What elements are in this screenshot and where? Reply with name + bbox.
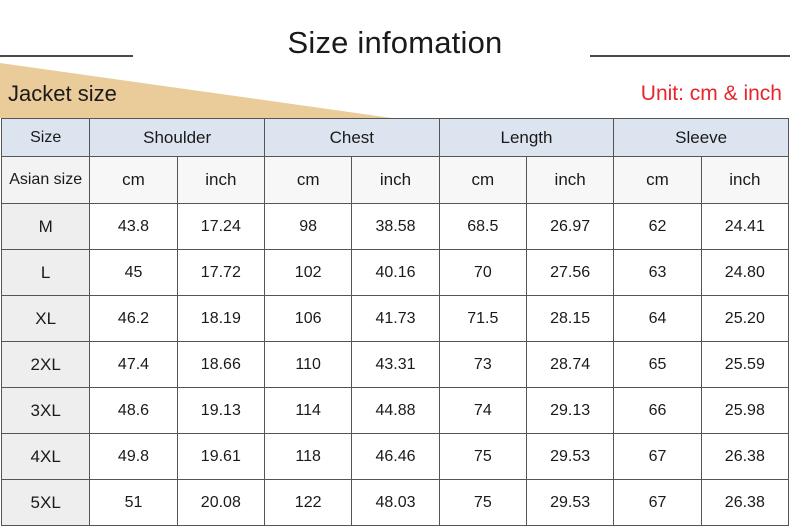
cell-shoulder-cm: 48.6	[89, 387, 178, 434]
unit-label: Unit: cm & inch	[640, 82, 782, 105]
cell-shoulder-in: 19.13	[176, 387, 265, 434]
cell-sleeve-cm: 64	[613, 295, 702, 342]
header-row-units: Asian size cm inch cm inch cm inch cm in…	[0, 156, 790, 204]
cell-chest-in: 41.73	[351, 295, 440, 342]
cell-size: 3XL	[0, 387, 91, 434]
cell-shoulder-cm: 49.8	[89, 433, 178, 480]
cell-chest-in: 46.46	[351, 433, 440, 480]
header-row-groups: Size Shoulder Chest Length Sleeve	[0, 118, 789, 157]
cell-sleeve-cm: 67	[613, 479, 702, 526]
header-sleeve-cm: cm	[613, 156, 702, 204]
cell-chest-cm: 110	[263, 341, 353, 388]
cell-shoulder-cm: 51	[89, 479, 178, 526]
cell-length-in: 27.56	[525, 249, 615, 296]
cell-chest-in: 44.88	[351, 387, 440, 434]
cell-shoulder-in: 20.08	[176, 479, 265, 526]
cell-sleeve-cm: 63	[613, 249, 702, 296]
cell-shoulder-in: 17.72	[176, 249, 265, 296]
cell-length-cm: 74	[438, 387, 527, 434]
cell-sleeve-cm: 65	[613, 341, 702, 388]
cell-sleeve-in: 25.98	[700, 387, 790, 434]
title-band: Size infomation	[0, 0, 790, 63]
cell-size: 5XL	[0, 479, 91, 526]
header-asian-size: Asian size	[0, 156, 91, 204]
cell-length-in: 28.15	[525, 295, 615, 342]
table-row: L 45 17.72 102 40.16 70 27.56 63 24.80	[0, 249, 790, 296]
header-shoulder-cm: cm	[89, 156, 178, 204]
cell-sleeve-cm: 67	[613, 433, 702, 480]
header-length: Length	[438, 118, 615, 157]
header-size: Size	[0, 118, 91, 157]
header-length-inch: inch	[525, 156, 615, 204]
table-row: M 43.8 17.24 98 38.58 68.5 26.97 62 24.41	[0, 203, 790, 250]
cell-sleeve-in: 26.38	[700, 479, 790, 526]
cell-shoulder-in: 19.61	[176, 433, 265, 480]
cell-length-cm: 71.5	[438, 295, 527, 342]
cell-length-cm: 70	[438, 249, 527, 296]
header-length-cm: cm	[438, 156, 527, 204]
cell-length-in: 29.13	[525, 387, 615, 434]
cell-length-cm: 75	[438, 433, 527, 480]
header-chest: Chest	[263, 118, 440, 157]
header-shoulder-inch: inch	[176, 156, 265, 204]
cell-shoulder-in: 17.24	[176, 203, 265, 250]
cell-chest-in: 38.58	[351, 203, 440, 250]
cell-shoulder-cm: 46.2	[89, 295, 178, 342]
cell-size: XL	[0, 295, 91, 342]
cell-size: 4XL	[0, 433, 91, 480]
header-sleeve: Sleeve	[613, 118, 789, 157]
cell-sleeve-cm: 62	[613, 203, 702, 250]
cell-sleeve-in: 24.80	[700, 249, 790, 296]
cell-shoulder-cm: 43.8	[89, 203, 178, 250]
cell-sleeve-in: 25.20	[700, 295, 790, 342]
table-row: 4XL 49.8 19.61 118 46.46 75 29.53 67 26.38	[0, 433, 790, 480]
cell-length-in: 29.53	[525, 433, 615, 480]
cell-chest-in: 43.31	[351, 341, 440, 388]
header-chest-cm: cm	[263, 156, 353, 204]
cell-length-cm: 68.5	[438, 203, 527, 250]
table-row: XL 46.2 18.19 106 41.73 71.5 28.15 64 25.20	[0, 295, 790, 342]
table-header: Size Shoulder Chest Length Sleeve Asian …	[0, 118, 790, 204]
cell-length-in: 28.74	[525, 341, 615, 388]
cell-size: 2XL	[0, 341, 91, 388]
cell-shoulder-in: 18.66	[176, 341, 265, 388]
cell-chest-cm: 114	[263, 387, 353, 434]
cell-sleeve-in: 26.38	[700, 433, 790, 480]
table-row: 2XL 47.4 18.66 110 43.31 73 28.74 65 25.59	[0, 341, 790, 388]
cell-sleeve-cm: 66	[613, 387, 702, 434]
cell-shoulder-cm: 47.4	[89, 341, 178, 388]
table-row: 5XL 51 20.08 122 48.03 75 29.53 67 26.38	[0, 479, 790, 526]
cell-chest-cm: 106	[263, 295, 353, 342]
cell-chest-cm: 98	[263, 203, 353, 250]
cell-shoulder-cm: 45	[89, 249, 178, 296]
table-body: M 43.8 17.24 98 38.58 68.5 26.97 62 24.41 L 45 17.7…	[0, 203, 790, 526]
table-row: 3XL 48.6 19.13 114 44.88 74 29.13 66 25.98	[0, 387, 790, 434]
cell-chest-in: 40.16	[351, 249, 440, 296]
cell-length-cm: 73	[438, 341, 527, 388]
cell-chest-in: 48.03	[351, 479, 440, 526]
cell-chest-cm: 102	[263, 249, 353, 296]
page-title: Size infomation	[287, 25, 503, 60]
header-sleeve-inch: inch	[700, 156, 790, 204]
jacket-size-label: Jacket size	[8, 81, 117, 106]
header-shoulder: Shoulder	[89, 118, 265, 157]
cell-length-in: 26.97	[525, 203, 615, 250]
cell-size: L	[0, 249, 91, 296]
size-chart-table: Size Shoulder Chest Length Sleeve Asian …	[0, 118, 790, 526]
header-chest-inch: inch	[351, 156, 440, 204]
cell-length-cm: 75	[438, 479, 527, 526]
cell-sleeve-in: 25.59	[700, 341, 790, 388]
cell-size: M	[0, 203, 91, 250]
cell-length-in: 29.53	[525, 479, 615, 526]
cell-chest-cm: 122	[263, 479, 353, 526]
cell-sleeve-in: 24.41	[700, 203, 790, 250]
cell-chest-cm: 118	[263, 433, 353, 480]
cell-shoulder-in: 18.19	[176, 295, 265, 342]
